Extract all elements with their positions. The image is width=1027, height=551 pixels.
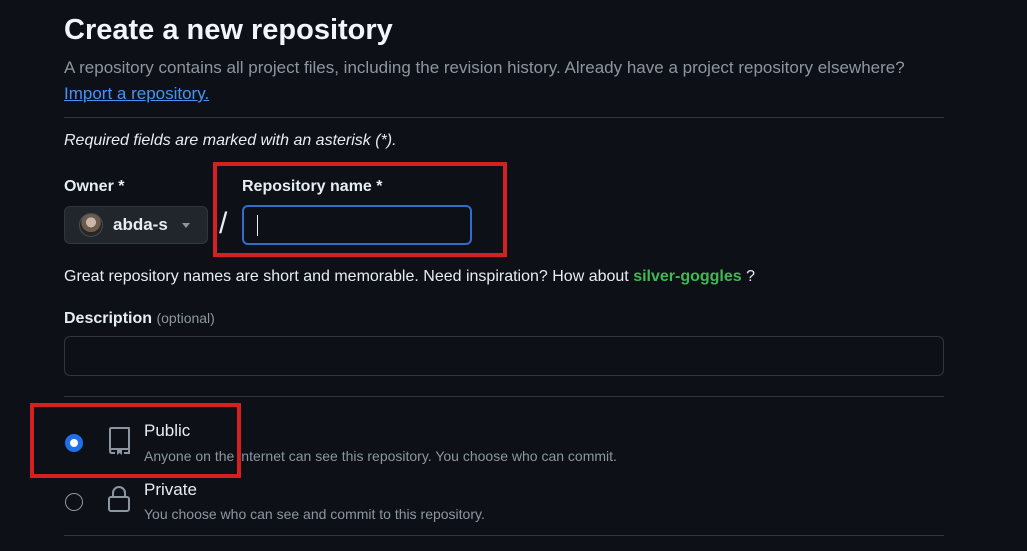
divider — [64, 396, 944, 397]
lock-icon — [108, 486, 130, 512]
divider — [64, 535, 944, 536]
page-title: Create a new repository — [64, 14, 393, 46]
owner-name: abda-s — [113, 215, 168, 234]
private-option-title: Private — [144, 480, 197, 499]
public-option-title: Public — [144, 421, 191, 440]
import-repository-link[interactable]: Import a repository. — [64, 84, 209, 104]
repository-name-input[interactable] — [242, 205, 472, 245]
public-option-description: Anyone on the internet can see this repo… — [144, 448, 617, 464]
name-hint-text: Great repository names are short and mem… — [64, 268, 634, 285]
text-cursor — [257, 215, 258, 236]
name-hint-suffix: ? — [741, 268, 756, 285]
description-input[interactable] — [64, 336, 944, 376]
private-option-description: You choose who can see and commit to thi… — [144, 506, 485, 522]
chevron-down-icon — [181, 222, 190, 228]
page-subtitle: A repository contains all project files,… — [64, 58, 905, 77]
owner-repo-separator: / — [219, 207, 228, 240]
required-fields-note: Required fields are marked with an aster… — [64, 132, 397, 149]
description-label-text: Description — [64, 310, 153, 327]
owner-label: Owner * — [64, 178, 125, 195]
public-radio[interactable] — [65, 434, 83, 452]
name-hint: Great repository names are short and mem… — [64, 268, 755, 286]
repo-icon — [109, 427, 130, 455]
private-radio[interactable] — [65, 493, 83, 511]
avatar — [79, 213, 103, 237]
divider — [64, 117, 944, 118]
description-label: Description (optional) — [64, 310, 215, 328]
public-option-highlight-box — [30, 403, 241, 478]
owner-dropdown[interactable]: abda-s — [64, 206, 208, 244]
name-suggestion-link[interactable]: silver-goggles — [633, 268, 741, 285]
repository-name-label: Repository name * — [242, 178, 383, 195]
optional-tag: (optional) — [156, 310, 215, 326]
